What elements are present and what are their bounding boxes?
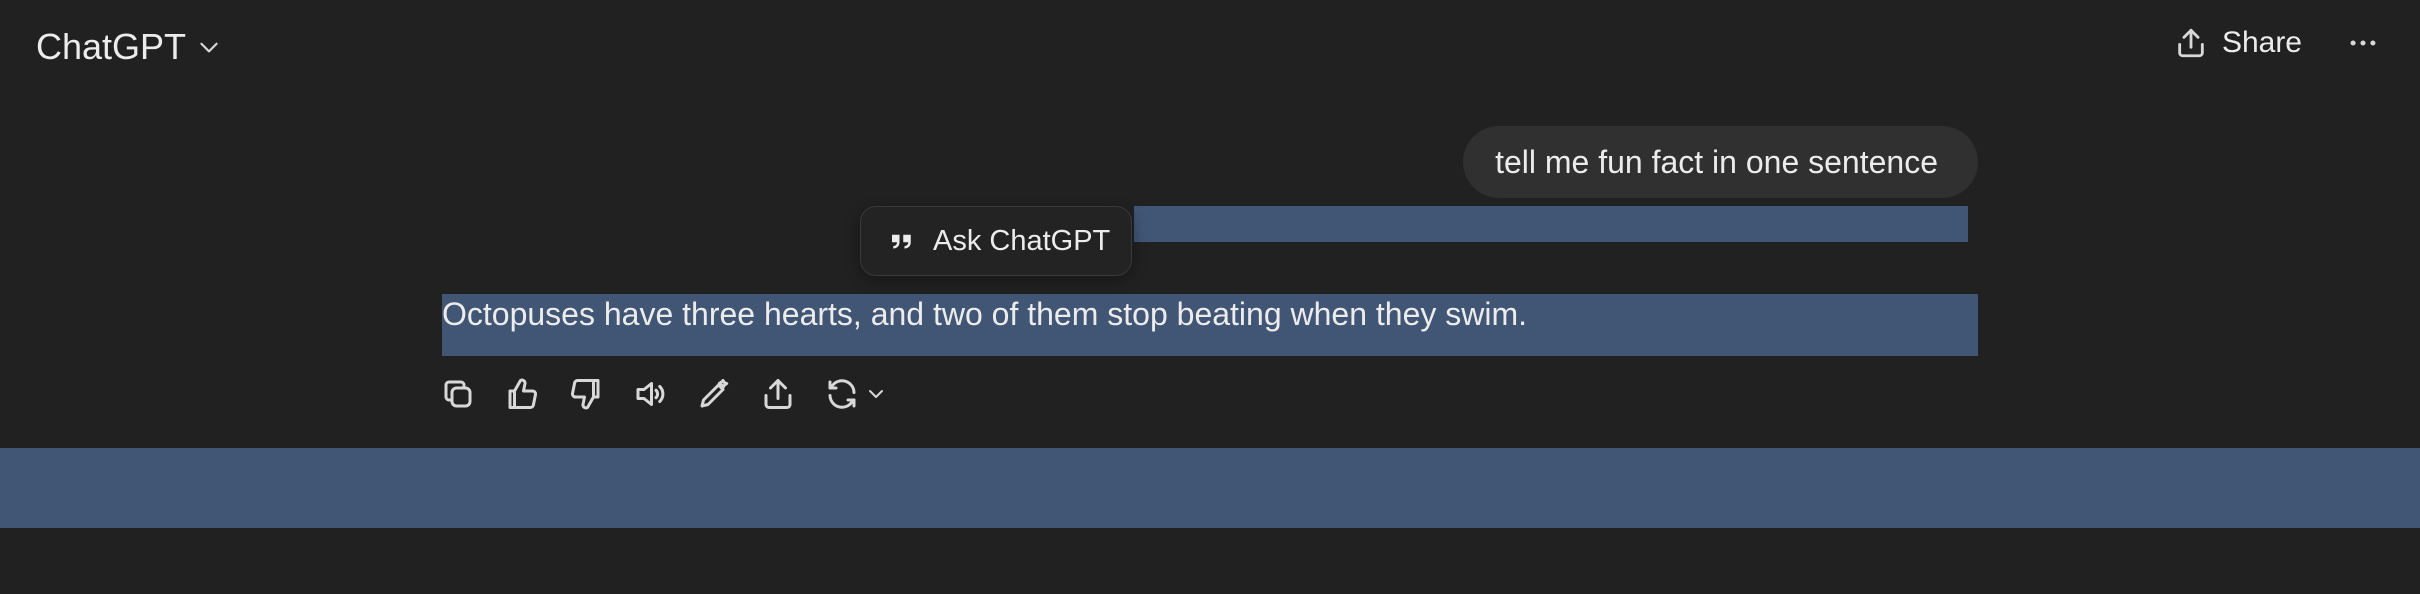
refresh-icon xyxy=(828,379,856,409)
copy-button[interactable] xyxy=(440,376,476,412)
more-options-button[interactable] xyxy=(2346,26,2380,60)
share-icon xyxy=(764,379,792,409)
response-action-bar xyxy=(440,376,888,412)
ask-chatgpt-label: Ask ChatGPT xyxy=(933,224,1111,257)
copy-icon xyxy=(444,380,472,408)
read-aloud-button[interactable] xyxy=(632,376,668,412)
selection-highlight xyxy=(1134,206,1968,242)
speaker-icon xyxy=(636,382,665,406)
thumbs-up-icon xyxy=(508,378,537,409)
chevron-down-icon xyxy=(869,390,883,398)
good-response-button[interactable] xyxy=(504,376,540,412)
header-actions: Share xyxy=(2174,26,2380,60)
share-button[interactable]: Share xyxy=(2174,26,2302,60)
user-message-text: tell me fun fact in one sentence xyxy=(1495,143,1938,180)
edit-pencil-icon xyxy=(700,379,729,408)
regenerate-button[interactable] xyxy=(824,376,888,412)
edit-in-canvas-button[interactable] xyxy=(696,376,732,412)
share-response-button[interactable] xyxy=(760,376,796,412)
ask-chatgpt-button[interactable]: Ask ChatGPT xyxy=(860,206,1132,276)
share-label: Share xyxy=(2221,26,2302,59)
model-selector[interactable]: ChatGPT xyxy=(36,26,222,68)
user-message-bubble: tell me fun fact in one sentence xyxy=(1463,126,1978,198)
share-icon xyxy=(2178,28,2204,58)
chevron-down-icon xyxy=(200,42,218,53)
selection-highlight xyxy=(0,448,2420,528)
quote-icon xyxy=(892,234,911,249)
page-title: ChatGPT xyxy=(36,26,187,67)
bad-response-button[interactable] xyxy=(568,376,604,412)
thumbs-down-icon xyxy=(571,379,600,410)
assistant-message-text: Octopuses have three hearts, and two of … xyxy=(442,296,1528,332)
more-horizontal-icon xyxy=(2350,40,2376,46)
